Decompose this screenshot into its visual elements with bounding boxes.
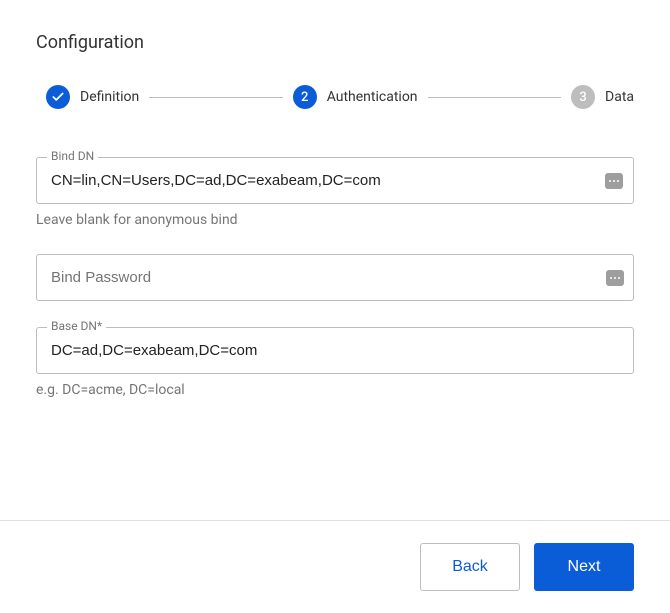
page-title: Configuration [36,32,634,53]
bind-dn-label: Bind DN [47,149,98,163]
step-definition: Definition [46,85,139,109]
step-label: Data [605,89,634,105]
bind-password-group [36,254,634,301]
check-icon [46,85,70,109]
keyboard-icon[interactable] [606,270,624,286]
bind-password-input[interactable] [36,254,634,301]
auth-form: Bind DN Leave blank for anonymous bind B… [36,157,634,398]
step-label: Authentication [327,89,418,105]
stepper: Definition 2 Authentication 3 Data [46,85,634,109]
base-dn-label: Base DN* [47,319,106,333]
next-button[interactable]: Next [534,543,634,591]
step-data: 3 Data [571,85,634,109]
base-dn-input[interactable] [37,328,633,373]
footer-actions: Back Next [0,520,670,613]
step-number-icon: 2 [293,85,317,109]
base-dn-group: Base DN* [36,327,634,374]
bind-dn-helper: Leave blank for anonymous bind [36,212,634,228]
base-dn-helper: e.g. DC=acme, DC=local [36,382,634,398]
step-divider [149,97,282,98]
back-button[interactable]: Back [420,543,520,591]
keyboard-icon[interactable] [605,173,623,189]
step-label: Definition [80,89,139,105]
step-divider [428,97,561,98]
step-number-icon: 3 [571,85,595,109]
step-authentication: 2 Authentication [293,85,418,109]
bind-dn-input[interactable] [37,158,633,203]
bind-dn-group: Bind DN [36,157,634,204]
